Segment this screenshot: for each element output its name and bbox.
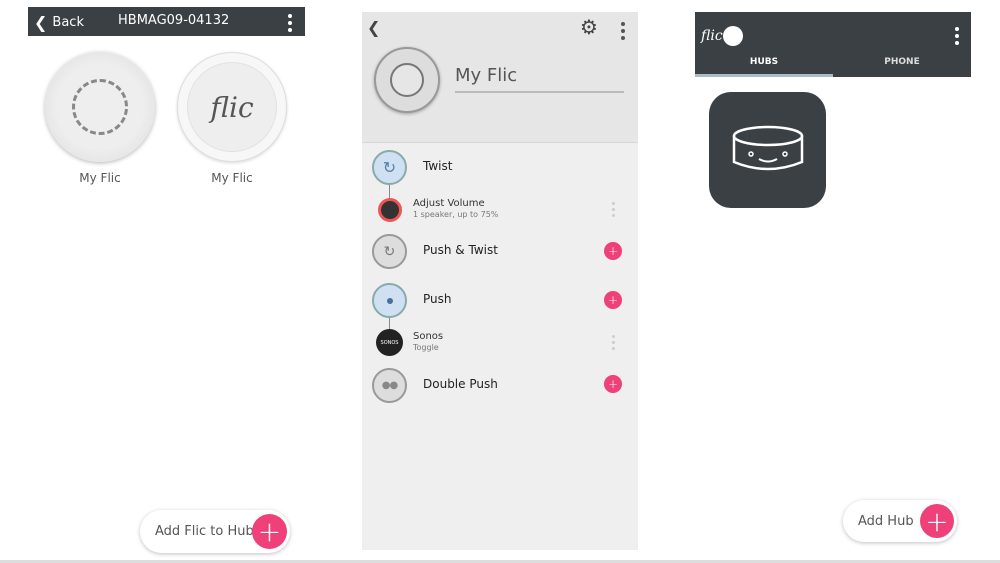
add-action-button[interactable]: + xyxy=(604,242,622,260)
action-title[interactable]: Sonos xyxy=(413,331,443,342)
trigger-twist[interactable]: Twist xyxy=(423,159,452,173)
add-action-button[interactable]: + xyxy=(604,375,622,393)
button-screen: ❮ ⚙ My Flic ↻ Twist Adjust Volume 1 spea… xyxy=(362,12,638,550)
add-action-button[interactable]: + xyxy=(604,291,622,309)
action-more-icon[interactable] xyxy=(612,335,616,350)
add-hub-label: Add Hub xyxy=(858,513,914,529)
trigger-push[interactable]: Push xyxy=(423,292,452,306)
button-label: My Flic xyxy=(79,171,121,185)
double-push-trigger-icon: ●● xyxy=(372,368,407,403)
push-trigger-icon xyxy=(372,283,407,318)
action-more-icon[interactable] xyxy=(612,202,616,217)
back-button[interactable]: ❮ Back xyxy=(34,13,84,32)
action-subtitle: 1 speaker, up to 75% xyxy=(413,210,499,219)
sonos-logo: SONOS xyxy=(376,329,403,356)
plus-icon: + xyxy=(252,514,287,549)
hub-title: HBMAG09-04132 xyxy=(118,13,230,28)
back-label: Back xyxy=(52,15,84,30)
add-flic-label: Add Flic to Hub xyxy=(155,524,254,539)
flic-classic-button[interactable]: flic xyxy=(177,52,287,162)
twist-trigger-icon: ↻ xyxy=(372,150,407,185)
trigger-push-twist[interactable]: Push & Twist xyxy=(423,243,498,257)
action-subtitle: Toggle xyxy=(413,343,439,352)
flic-logo: flic xyxy=(701,26,743,46)
more-icon[interactable] xyxy=(621,22,625,40)
add-hub-button[interactable]: Add Hub + xyxy=(843,500,957,542)
hubs-header: flic HUBS PHONE xyxy=(695,12,971,77)
more-icon[interactable] xyxy=(288,14,292,32)
button-avatar xyxy=(374,47,440,113)
button-label: My Flic xyxy=(211,171,253,185)
tab-indicator xyxy=(695,74,833,77)
button-name-input[interactable]: My Flic xyxy=(455,65,624,93)
hub-icon xyxy=(732,125,803,171)
hub-tile[interactable] xyxy=(709,92,826,208)
more-icon[interactable] xyxy=(955,27,959,45)
twist-center-icon xyxy=(72,79,128,135)
hub-header: ❮ Back HBMAG09-04132 xyxy=(28,7,305,36)
add-flic-button[interactable]: Add Flic to Hub + xyxy=(140,510,290,553)
flic-twist-button[interactable] xyxy=(45,52,155,162)
push-twist-trigger-icon: ↻ xyxy=(372,234,407,269)
trigger-double-push[interactable]: Double Push xyxy=(423,377,498,391)
back-chevron-icon[interactable]: ❮ xyxy=(367,18,380,37)
gear-icon[interactable]: ⚙ xyxy=(580,15,598,39)
volume-icon xyxy=(378,198,402,222)
tab-hubs[interactable]: HUBS xyxy=(695,57,833,67)
flic-logo: flic xyxy=(187,62,277,152)
tab-phone[interactable]: PHONE xyxy=(833,57,971,67)
button-header: ❮ ⚙ My Flic xyxy=(362,12,638,143)
chevron-left-icon: ❮ xyxy=(34,13,48,32)
action-title[interactable]: Adjust Volume xyxy=(413,198,485,209)
plus-icon: + xyxy=(920,504,954,538)
